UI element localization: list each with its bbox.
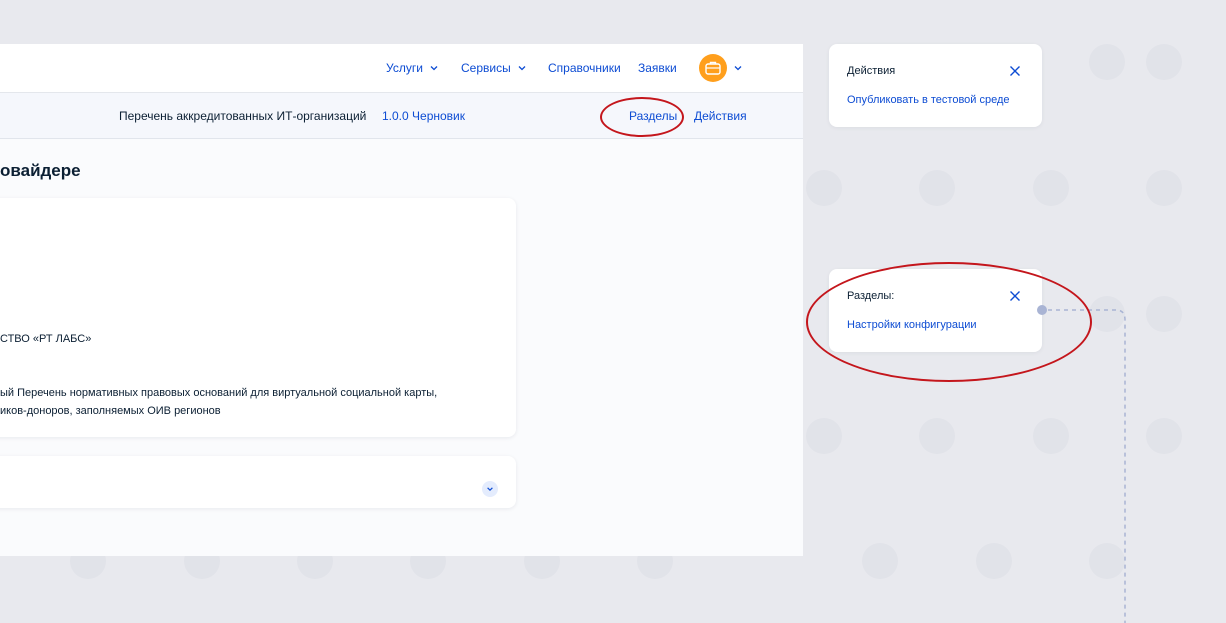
nav-item-label: Сервисы <box>461 61 511 75</box>
registry-subbar: Перечень аккредитованных ИТ-организаций … <box>0 93 803 139</box>
nav-item-label: Услуги <box>386 61 423 75</box>
expand-button[interactable] <box>482 481 498 497</box>
sections-link[interactable]: Разделы <box>629 109 677 123</box>
app-window: Услуги Сервисы Справочники Заявки Перече… <box>0 44 803 556</box>
config-settings-link[interactable]: Настройки конфигурации <box>847 319 977 331</box>
actions-link[interactable]: Действия <box>694 109 747 123</box>
provider-name: СТВО «РТ ЛАБС» <box>0 333 92 345</box>
chevron-down-icon <box>430 66 438 71</box>
collapsed-section-card[interactable] <box>0 456 516 508</box>
briefcase-icon <box>705 61 721 75</box>
sections-panel: Разделы: Настройки конфигурации <box>829 269 1042 352</box>
publish-test-link[interactable]: Опубликовать в тестовой среде <box>847 94 1010 106</box>
top-navigation: Услуги Сервисы Справочники Заявки <box>0 44 803 93</box>
close-icon[interactable] <box>1009 65 1021 77</box>
chevron-down-icon <box>518 66 526 71</box>
sections-panel-title: Разделы: <box>847 290 895 302</box>
page-title: овайдере <box>0 161 81 180</box>
description-line-1: ый Перечень нормативных правовых основан… <box>0 387 438 399</box>
nav-item-servisy[interactable]: Сервисы <box>461 61 527 75</box>
chevron-down-icon[interactable] <box>733 63 743 73</box>
version-link[interactable]: 1.0.0 Черновик <box>382 109 465 123</box>
chevron-down-icon <box>487 487 493 492</box>
nav-item-spravochniki[interactable]: Справочники <box>548 61 621 75</box>
actions-panel: Действия Опубликовать в тестовой среде <box>829 44 1042 127</box>
description-line-2: иков-доноров, заполняемых ОИВ регионов <box>0 405 221 417</box>
nav-item-label: Заявки <box>638 61 677 75</box>
avatar[interactable] <box>699 54 727 82</box>
provider-info-card: СТВО «РТ ЛАБС» ый Перечень нормативных п… <box>0 198 516 437</box>
nav-item-label: Справочники <box>548 61 621 75</box>
actions-panel-title: Действия <box>847 65 896 77</box>
nav-item-zayavki[interactable]: Заявки <box>638 61 677 75</box>
close-icon[interactable] <box>1009 290 1021 302</box>
nav-item-uslugi[interactable]: Услуги <box>386 61 439 75</box>
registry-title: Перечень аккредитованных ИТ-организаций <box>119 109 367 123</box>
